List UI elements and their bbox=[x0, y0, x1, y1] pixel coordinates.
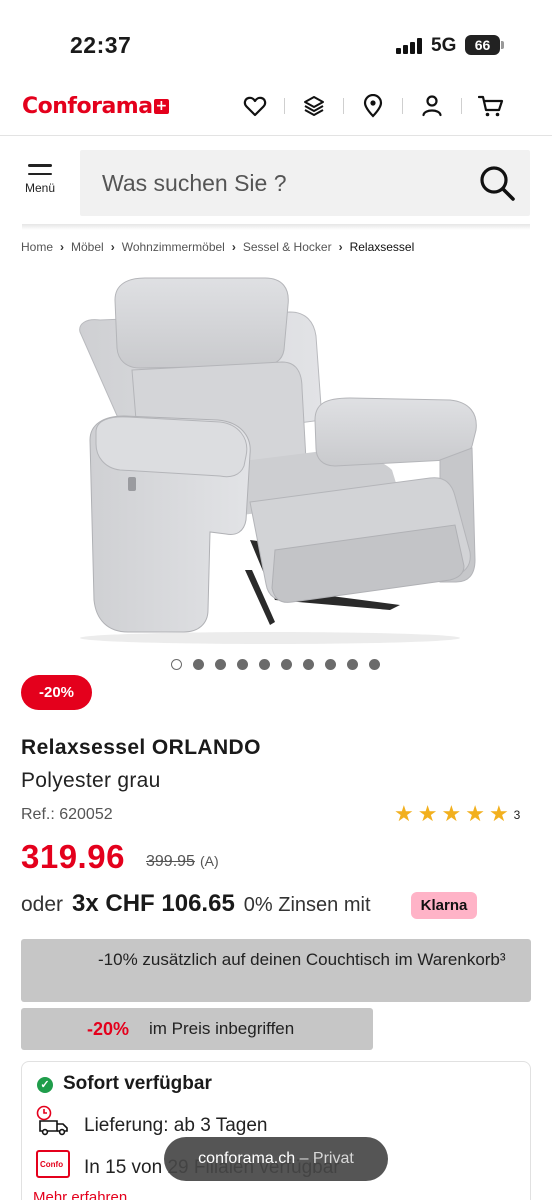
chevron-right-icon: › bbox=[60, 240, 65, 254]
search-shadow bbox=[22, 224, 530, 230]
carousel-dot[interactable] bbox=[281, 659, 292, 670]
nav-divider bbox=[461, 98, 462, 114]
menu-button[interactable]: Menü bbox=[22, 164, 58, 195]
cart-icon[interactable] bbox=[476, 92, 506, 120]
brand-logo[interactable]: Conforama + bbox=[22, 94, 169, 119]
old-price: 399.95 bbox=[146, 853, 195, 870]
store-icon-label: Confo bbox=[40, 1160, 64, 1169]
status-time: 22:37 bbox=[70, 32, 132, 58]
more-info-link[interactable]: Mehr erfahren bbox=[33, 1189, 127, 1200]
promo-text: im Preis inbegriffen bbox=[149, 1019, 295, 1038]
carousel-dot[interactable] bbox=[369, 659, 380, 670]
url-domain: conforama.ch bbox=[198, 1150, 296, 1167]
delivery-info: Lieferung: ab 3 Tagen bbox=[84, 1115, 268, 1136]
carousel-dot[interactable] bbox=[259, 659, 270, 670]
product-subtitle: Polyester grau bbox=[21, 769, 161, 792]
star-icon: ★ bbox=[465, 802, 485, 827]
hamburger-icon bbox=[22, 164, 58, 175]
promo-included: -20% im Preis inbegriffen bbox=[21, 1008, 373, 1050]
star-icon: ★ bbox=[488, 802, 509, 827]
nav-divider bbox=[402, 98, 403, 114]
recline-button bbox=[128, 477, 136, 491]
account-icon[interactable] bbox=[417, 92, 447, 120]
installment-offer: oder 3x CHF 106.65 0% Zinsen mit bbox=[21, 890, 371, 918]
signal-icon bbox=[396, 38, 422, 54]
carousel-dot[interactable] bbox=[303, 659, 314, 670]
heart-icon[interactable] bbox=[240, 92, 270, 120]
battery-tip bbox=[501, 41, 504, 49]
discount-badge: -20% bbox=[21, 675, 92, 710]
image-carousel-dots bbox=[171, 659, 391, 670]
carousel-dot[interactable] bbox=[325, 659, 336, 670]
chevron-right-icon: › bbox=[231, 240, 236, 254]
product-title: Relaxsessel ORLANDO bbox=[21, 736, 261, 759]
installment-amount: 3x CHF 106.65 bbox=[72, 890, 235, 917]
star-icon: ★ bbox=[394, 802, 414, 827]
location-pin-icon[interactable] bbox=[358, 92, 388, 120]
rating-count: 3 bbox=[513, 808, 521, 822]
star-icon: ★ bbox=[417, 802, 438, 827]
status-bar: 22:37 5G 66 bbox=[0, 0, 552, 84]
search-icon[interactable] bbox=[478, 164, 516, 202]
nav-divider bbox=[284, 98, 285, 114]
availability-title: Sofort verfügbar bbox=[63, 1073, 212, 1094]
klarna-badge[interactable]: Klarna bbox=[411, 892, 477, 919]
nav-icon-group bbox=[240, 92, 506, 120]
installment-suffix: 0% Zinsen mit bbox=[243, 894, 371, 916]
installment-prefix: oder bbox=[21, 893, 64, 916]
carousel-dot[interactable] bbox=[237, 659, 248, 670]
promo-percent: -20% bbox=[87, 1019, 130, 1039]
delivery-truck-icon bbox=[36, 1105, 68, 1136]
current-price: 319.96 bbox=[21, 838, 125, 875]
breadcrumb-item[interactable]: Wohnzimmermöbel bbox=[122, 240, 225, 254]
search-input[interactable]: Was suchen Sie ? bbox=[80, 150, 530, 216]
promo-couchtisch: -10% zusätzlich auf deinen Couchtisch im… bbox=[21, 939, 531, 1002]
store-icon: Confo bbox=[36, 1150, 70, 1178]
chevron-right-icon: › bbox=[338, 240, 343, 254]
breadcrumb-item[interactable]: Möbel bbox=[71, 240, 104, 254]
star-icon: ★ bbox=[441, 802, 462, 827]
breadcrumb-item[interactable]: Sessel & Hocker bbox=[243, 240, 332, 254]
carousel-dot[interactable] bbox=[215, 659, 226, 670]
menu-label: Menü bbox=[24, 181, 56, 195]
carousel-dot[interactable] bbox=[193, 659, 204, 670]
carousel-dot[interactable] bbox=[171, 659, 182, 670]
product-reference: Ref.: 620052 bbox=[21, 806, 113, 823]
search-row: Menü Was suchen Sie ? bbox=[0, 150, 552, 218]
product-image[interactable] bbox=[60, 270, 490, 650]
rating[interactable]: ★ ★ ★ ★ ★ 3 bbox=[394, 804, 520, 826]
old-price-suffix: (A) bbox=[200, 853, 219, 869]
carousel-dot[interactable] bbox=[347, 659, 358, 670]
top-navigation: Conforama + bbox=[0, 84, 552, 136]
search-placeholder: Was suchen Sie ? bbox=[102, 170, 287, 196]
browser-url-bar[interactable]: conforama.ch – Privat bbox=[164, 1137, 388, 1181]
layers-icon[interactable] bbox=[299, 92, 329, 120]
private-mode-label: – Privat bbox=[299, 1150, 354, 1167]
nav-divider bbox=[343, 98, 344, 114]
check-icon: ✓ bbox=[37, 1077, 53, 1093]
breadcrumb: Home › Möbel › Wohnzimmermöbel › Sessel … bbox=[21, 240, 414, 254]
battery-icon: 66 bbox=[465, 35, 500, 55]
breadcrumb-item[interactable]: Home bbox=[21, 240, 53, 254]
breadcrumb-current: Relaxsessel bbox=[349, 240, 415, 254]
chevron-right-icon: › bbox=[110, 240, 115, 254]
network-label: 5G bbox=[431, 35, 457, 56]
